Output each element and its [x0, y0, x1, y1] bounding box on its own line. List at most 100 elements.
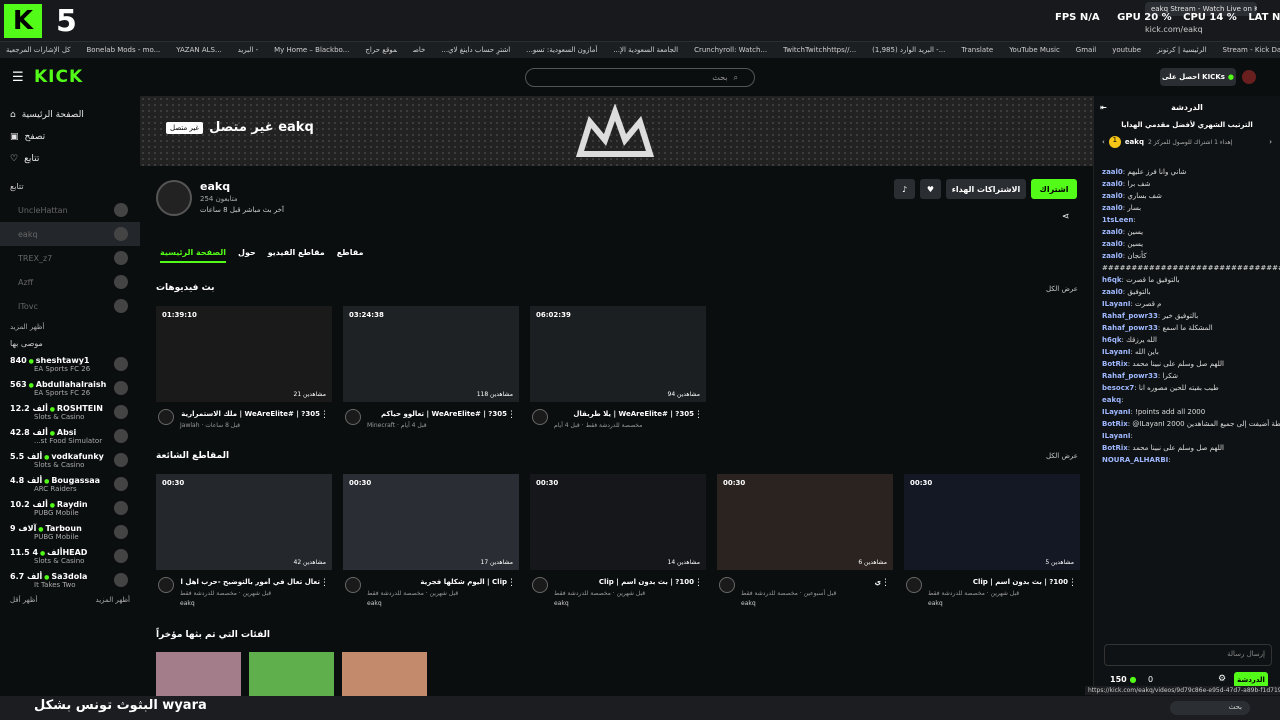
recommended-item[interactable]: 10.2 ألف ● Raydin PUBG Mobile — [0, 496, 140, 520]
recommended-item[interactable]: 4.8 ألف ● Bougassaa ARC Raiders — [0, 472, 140, 496]
category-card[interactable] — [249, 652, 334, 696]
recommended-item[interactable]: 5.5 ألف ● vodkafunky Slots & Casino — [0, 448, 140, 472]
video-thumbnail[interactable]: 00:30 17 مشاهدين — [343, 474, 519, 570]
more-options-icon[interactable]: ⋮ — [507, 578, 516, 588]
nav-following[interactable]: ♡ تتابع — [0, 148, 140, 170]
bookmark-item[interactable]: موقع حراج — [365, 46, 397, 54]
recommended-item[interactable]: 11.5 ألف ● 4HEAD Slots & Casino — [0, 544, 140, 568]
chat-username[interactable]: Rahaf_powr33 — [1102, 324, 1158, 332]
chat-username[interactable]: BotRix — [1102, 444, 1128, 452]
chat-username[interactable]: eakq — [1102, 396, 1121, 404]
following-item[interactable]: TREX_z7 — [0, 246, 140, 270]
bookmark-item[interactable]: (1,985) البريد الوارد -... — [872, 46, 945, 54]
chat-username[interactable]: zaal0 — [1102, 252, 1123, 260]
clips-show-all[interactable]: عرض الكل — [1046, 452, 1078, 460]
chat-username[interactable]: besocx7 — [1102, 384, 1134, 392]
video-channel-avatar[interactable] — [345, 409, 361, 425]
video-channel-avatar[interactable] — [719, 577, 735, 593]
bookmark-item[interactable]: TwitchTwitchhttps//... — [783, 46, 856, 54]
kick-logo[interactable]: KICK — [34, 67, 83, 87]
chat-username[interactable]: h6qk — [1102, 336, 1122, 344]
chat-username[interactable]: ILayanI — [1102, 408, 1130, 416]
chat-username[interactable]: NOURA_ALHARBI — [1102, 456, 1168, 464]
bookmark-item[interactable]: أمازون السعودية: تسو... — [526, 46, 597, 54]
video-title[interactable]: 305? | #WeAreElite | تعالوو حياكم — [367, 410, 507, 418]
tab-home[interactable]: الصفحة الرئيسية — [160, 248, 227, 263]
bookmark-item[interactable]: الرئيسية | كرتونز — [1157, 46, 1207, 54]
category-card[interactable] — [156, 652, 241, 696]
vods-show-all[interactable]: عرض الكل — [1046, 285, 1078, 293]
subscribe-button[interactable]: اشتراك — [1031, 179, 1077, 199]
chat-username[interactable]: ILayanI — [1102, 348, 1130, 356]
nav-browse[interactable]: ▣ تصفح — [0, 126, 140, 148]
show-more-recommended[interactable]: أظهر المزيد — [96, 596, 130, 604]
more-options-icon[interactable]: ⋮ — [507, 410, 516, 420]
bookmark-item[interactable]: البريد - — [238, 46, 258, 54]
next-icon[interactable]: › — [1269, 138, 1272, 146]
menu-icon[interactable]: ☰ — [12, 70, 24, 85]
chat-username[interactable]: zaal0 — [1102, 192, 1123, 200]
bookmark-item[interactable]: Gmail — [1076, 46, 1096, 54]
video-thumbnail[interactable]: 00:30 42 مشاهدين — [156, 474, 332, 570]
video-thumbnail[interactable]: 06:02:39 94 مشاهدين — [530, 306, 706, 402]
url-bar[interactable]: kick.com/eakq — [1145, 25, 1203, 34]
tab-about[interactable]: حول — [238, 248, 256, 263]
following-item[interactable]: eakq — [0, 222, 140, 246]
bookmark-item[interactable]: Crunchyroll: Watch... — [694, 46, 767, 54]
search-input[interactable]: ⌕ بحث — [525, 68, 755, 87]
settings-icon[interactable]: ⚙ — [1218, 674, 1226, 684]
chat-username[interactable]: h6qk — [1102, 276, 1122, 284]
video-channel-avatar[interactable] — [158, 409, 174, 425]
tab-videos[interactable]: مقاطع الفيديو — [268, 248, 325, 263]
bookmark-item[interactable]: YouTube Music — [1009, 46, 1060, 54]
chat-username[interactable]: zaal0 — [1102, 240, 1123, 248]
collapse-chat-icon[interactable]: ⇤ — [1100, 103, 1107, 112]
video-title[interactable]: 100? | بث بدون اسم | Clip — [928, 578, 1068, 586]
chat-username[interactable]: Rahaf_powr33 — [1102, 312, 1158, 320]
video-title[interactable]: 305? | #WeAreElite | ملك الاستمرارية — [180, 410, 320, 418]
recommended-item[interactable]: 6.7 ألف ● Sa3dola It Takes Two — [0, 568, 140, 592]
more-options-icon[interactable]: ⋮ — [694, 410, 703, 420]
video-title[interactable]: ي — [741, 578, 881, 586]
video-thumbnail[interactable]: 00:30 14 مشاهدين — [530, 474, 706, 570]
video-channel-avatar[interactable] — [906, 577, 922, 593]
recommended-item[interactable]: 840 ● sheshtawy1 EA Sports FC 26 — [0, 352, 140, 376]
chat-username[interactable]: zaal0 — [1102, 288, 1123, 296]
following-item[interactable]: ITovc — [0, 294, 140, 318]
bookmark-item[interactable]: خاص — [413, 46, 425, 54]
video-thumbnail[interactable]: 01:39:10 21 مشاهدين — [156, 306, 332, 402]
video-thumbnail[interactable]: 03:24:38 118 مشاهدين — [343, 306, 519, 402]
chat-input[interactable]: إرسال رسالة — [1104, 644, 1272, 666]
video-thumbnail[interactable]: 00:30 5 مشاهدين — [904, 474, 1080, 570]
bookmark-item[interactable]: Translate — [961, 46, 993, 54]
kicks-button[interactable]: احصل على KICKs ● — [1160, 68, 1236, 86]
taskbar-search[interactable]: بحث — [1170, 701, 1250, 715]
video-channel-avatar[interactable] — [532, 577, 548, 593]
show-less-button[interactable]: أظهر أقل — [10, 596, 37, 604]
more-options-icon[interactable]: ⋮ — [320, 578, 329, 588]
chat-username[interactable]: BotRix — [1102, 420, 1128, 428]
tab-clips[interactable]: مقاطع — [337, 248, 364, 263]
category-card[interactable] — [342, 652, 427, 696]
bookmark-item[interactable]: Bonelab Mods - mo... — [87, 46, 161, 54]
more-options-icon[interactable]: ⋮ — [1068, 578, 1077, 588]
following-item[interactable]: Azff — [0, 270, 140, 294]
chat-username[interactable]: ILayanI — [1102, 432, 1130, 440]
prev-icon[interactable]: ‹ — [1102, 138, 1105, 146]
video-channel-avatar[interactable] — [532, 409, 548, 425]
bookmark-item[interactable]: Stream - Kick Dashb... — [1223, 46, 1280, 54]
share-icon[interactable]: ⋖ — [1062, 212, 1070, 222]
following-item[interactable]: UncleHattan — [0, 198, 140, 222]
chat-username[interactable]: Rahaf_powr33 — [1102, 372, 1158, 380]
user-avatar[interactable] — [1242, 70, 1256, 84]
recommended-item[interactable]: 9 آلاف ● Tarboun PUBG Mobile — [0, 520, 140, 544]
chat-username[interactable]: BotRix — [1102, 360, 1128, 368]
bookmark-item[interactable]: كل الإشارات المرجعية — [6, 46, 71, 54]
video-title[interactable]: Clip | اليوم شكلها فجرية — [367, 578, 507, 586]
recommended-item[interactable]: 563 ● Abdullahalraish EA Sports FC 26 — [0, 376, 140, 400]
recommended-item[interactable]: 42.8 ألف ● Absi ...st Food Simulator — [0, 424, 140, 448]
more-options-icon[interactable]: ⋮ — [881, 578, 890, 588]
video-thumbnail[interactable]: 00:30 6 مشاهدين — [717, 474, 893, 570]
bookmark-item[interactable]: My Home – Blackbo... — [274, 46, 349, 54]
bookmark-item[interactable]: اشترِ حساب داينغ لاي... — [441, 46, 510, 54]
